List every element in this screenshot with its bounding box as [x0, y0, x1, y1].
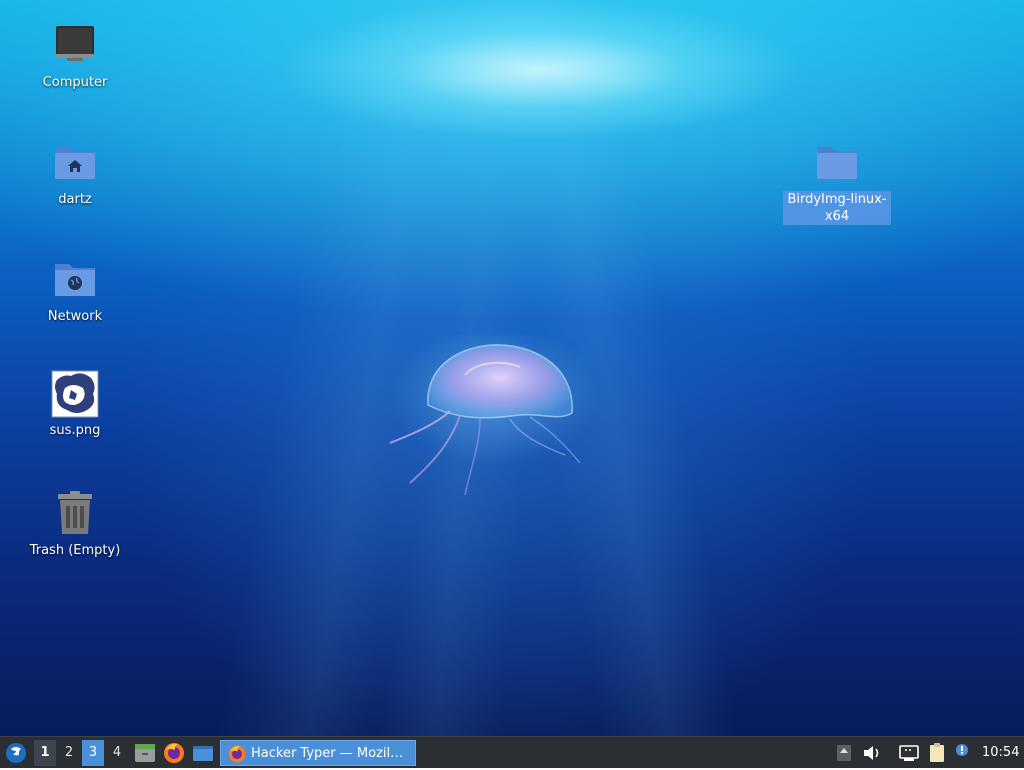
notification-icon — [956, 744, 968, 756]
clipboard-button[interactable] — [926, 740, 948, 766]
taskbar: 1 2 3 4 Hacker Typer — Mozil… 10:54 — [0, 736, 1024, 768]
desktop-icon-label: Trash (Empty) — [29, 543, 121, 558]
desktop-icon-home[interactable]: dartz — [20, 139, 130, 208]
whisker-menu-icon — [6, 743, 26, 763]
volume-icon — [864, 746, 879, 760]
trash-icon — [58, 491, 92, 534]
computer-icon — [56, 26, 94, 61]
jellyfish-wallpaper-image — [389, 335, 600, 496]
desktop-icon-computer[interactable]: Computer — [20, 22, 130, 91]
firefox-icon — [164, 743, 184, 763]
tray-expand-icon — [837, 745, 851, 761]
workspace-1[interactable]: 1 — [34, 740, 56, 766]
notification-button[interactable] — [952, 740, 972, 766]
volume-button[interactable] — [861, 740, 883, 766]
network-icon — [899, 745, 919, 761]
desktop-icon-label: Network — [47, 309, 103, 324]
workspace-3[interactable]: 3 — [82, 740, 104, 766]
desktop[interactable]: Computer dartz Network sus.png Trash (Em… — [0, 0, 1024, 736]
desktop-icon-sus-png[interactable]: sus.png — [20, 370, 130, 439]
tray-expand-button[interactable] — [834, 740, 854, 766]
desktop-icon — [193, 746, 213, 761]
window-button-label: Hacker Typer — Mozil… — [251, 746, 404, 761]
desktop-icon-label: BirdyImg-linux-x64 — [783, 191, 891, 225]
launcher-firefox[interactable] — [162, 740, 186, 766]
launcher-show-desktop[interactable] — [191, 740, 215, 766]
clipboard-icon — [930, 743, 944, 762]
workspace-4[interactable]: 4 — [106, 740, 128, 766]
network-status-button[interactable] — [897, 740, 921, 766]
desktop-icon-label: Computer — [42, 75, 108, 90]
folder-icon — [817, 147, 857, 179]
home-folder-icon — [55, 147, 95, 179]
window-button-hacker-typer[interactable]: Hacker Typer — Mozil… — [220, 740, 416, 766]
clock[interactable]: 10:54 — [982, 740, 1022, 766]
desktop-icon-label: sus.png — [49, 423, 101, 438]
desktop-icon-birdyimg-folder[interactable]: BirdyImg-linux-x64 — [782, 139, 892, 225]
start-menu-button[interactable] — [4, 740, 28, 766]
file-manager-icon — [135, 744, 155, 762]
image-file-icon — [51, 370, 99, 418]
firefox-icon — [228, 745, 246, 763]
desktop-icon-label: dartz — [58, 192, 92, 207]
network-folder-icon — [55, 264, 95, 296]
launcher-file-manager[interactable] — [133, 740, 157, 766]
desktop-icon-trash[interactable]: Trash (Empty) — [20, 490, 130, 559]
desktop-icon-network[interactable]: Network — [20, 256, 130, 325]
workspace-2[interactable]: 2 — [58, 740, 80, 766]
